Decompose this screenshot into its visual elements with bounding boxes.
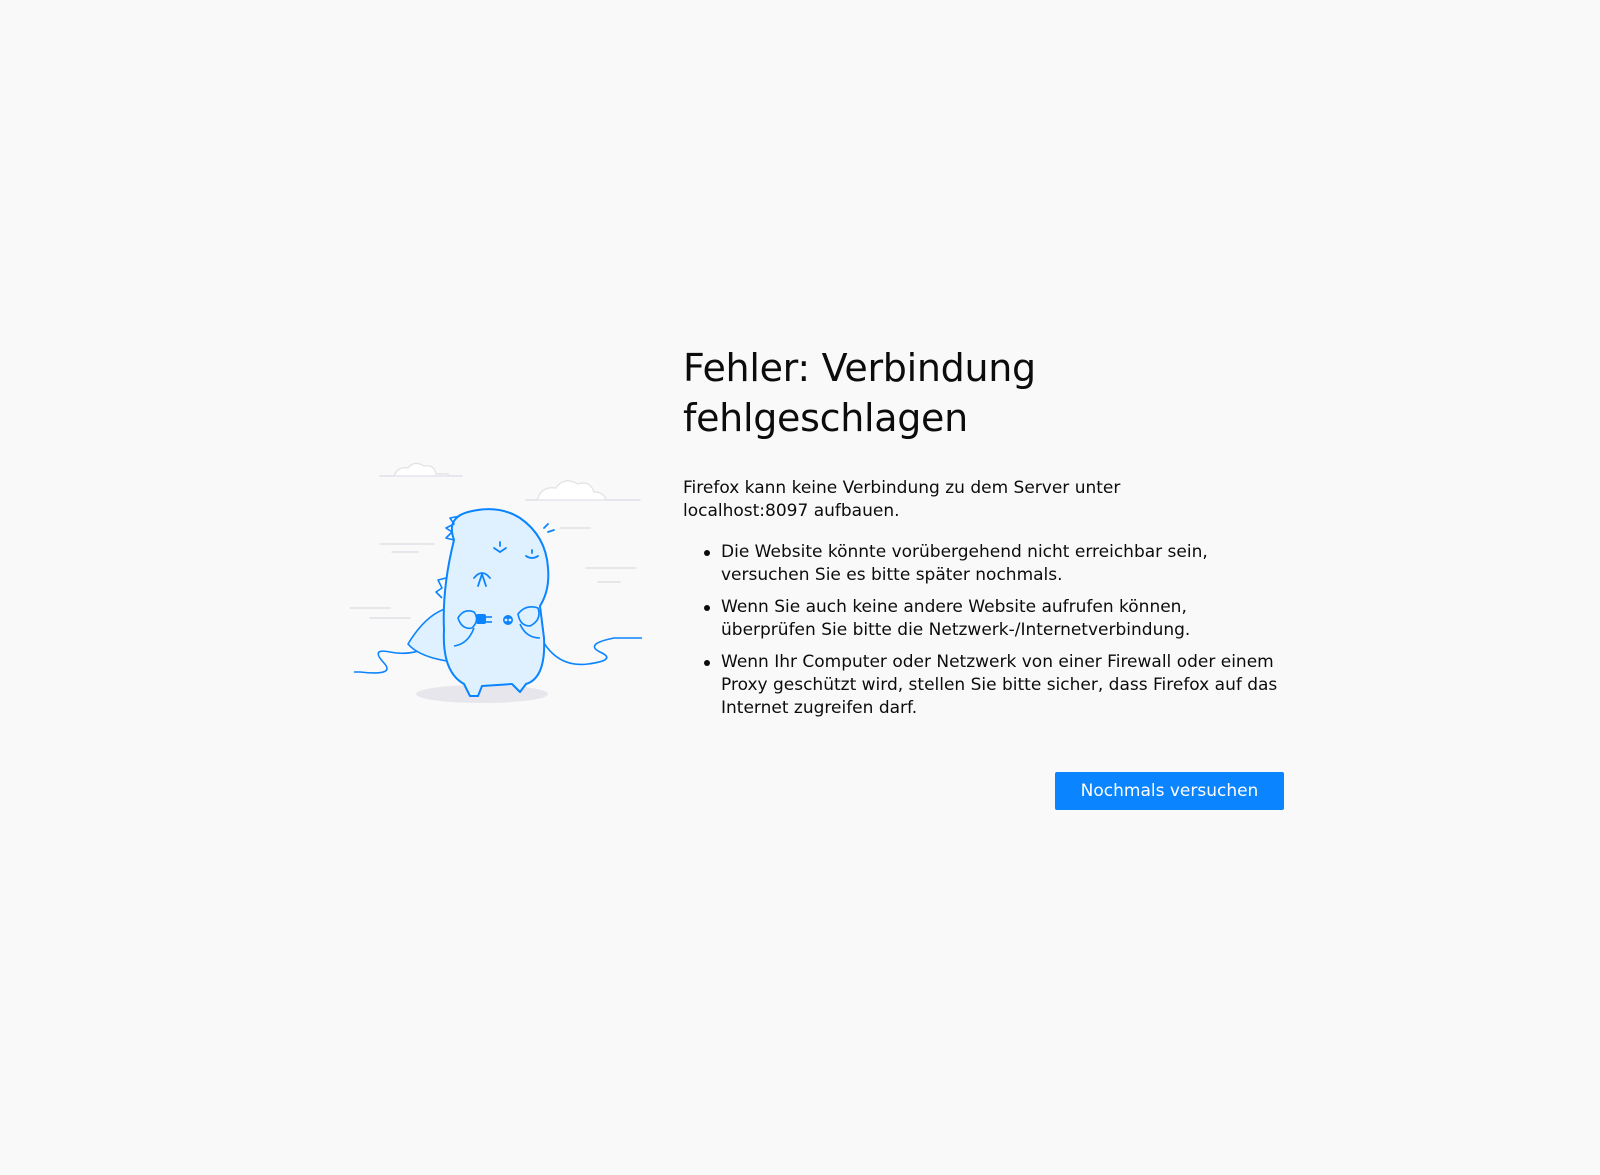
page-title: Fehler: Verbindung fehlgeschlagen — [683, 343, 1285, 443]
title-line-2: fehlgeschlagen — [683, 396, 968, 440]
error-page: Fehler: Verbindung fehlgeschlagen Firefo… — [0, 0, 1600, 1175]
error-description: Firefox kann keine Verbindung zu dem Ser… — [683, 478, 1121, 521]
reason-text: Wenn Sie auch keine andere Website aufru… — [721, 597, 1191, 640]
bullet-icon — [704, 660, 710, 666]
list-item: Wenn Ihr Computer oder Netzwerk von eine… — [704, 651, 1285, 720]
actions-bar: Nochmals versuchen — [683, 772, 1284, 810]
error-reasons-list: Die Website könnte vorübergehend nicht e… — [683, 541, 1285, 720]
reason-text: Wenn Ihr Computer oder Netzwerk von eine… — [721, 652, 1278, 718]
bullet-icon — [704, 605, 710, 611]
bullet-icon — [704, 550, 710, 556]
error-content: Fehler: Verbindung fehlgeschlagen Firefo… — [683, 343, 1285, 810]
reason-text: Die Website könnte vorübergehend nicht e… — [721, 542, 1208, 585]
title-line-1: Fehler: Verbindung — [683, 346, 1036, 390]
list-item: Die Website könnte vorübergehend nicht e… — [704, 541, 1285, 587]
unplugged-dinosaur-illustration — [350, 462, 642, 703]
list-item: Wenn Sie auch keine andere Website aufru… — [704, 596, 1285, 642]
retry-button[interactable]: Nochmals versuchen — [1055, 772, 1284, 810]
